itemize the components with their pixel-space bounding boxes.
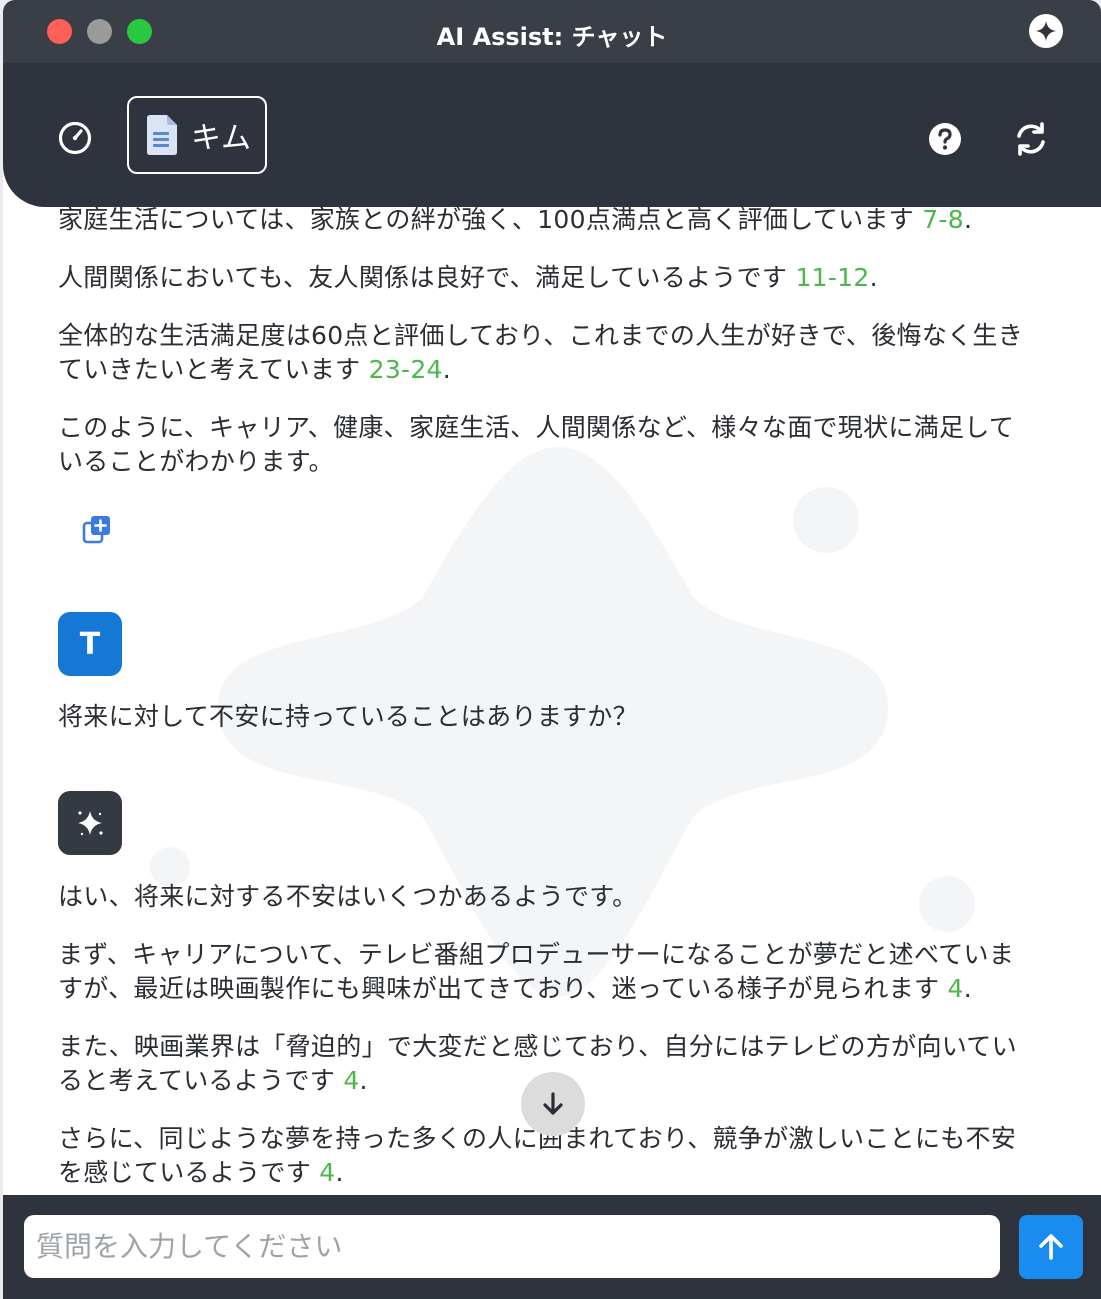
paragraph-end: . [963,974,972,1003]
assistant-paragraph: はい、将来に対する不安はいくつかあるようです。 [58,880,1048,914]
paragraph-text: はい、将来に対する不安はいくつかあるようです。 [58,882,638,911]
arrow-up-icon [1039,1234,1063,1260]
input-bar [3,1195,1101,1299]
window-title: AI Assist: チャット [436,23,668,51]
paragraph-end: . [442,355,452,384]
document-chip-label: キム [191,121,251,156]
help-icon [929,123,961,155]
paragraph-end: . [869,263,878,292]
citation-link[interactable]: 4 [343,1066,359,1095]
send-button[interactable] [1019,1215,1083,1279]
refresh-button[interactable] [1011,119,1051,159]
toolbar: キム [3,63,1101,207]
scroll-to-bottom-button[interactable] [521,1072,585,1136]
help-button[interactable] [925,119,965,159]
paragraph-line: いることがわかります。 [58,447,334,476]
citation-link[interactable]: 23-24 [369,355,443,384]
sparkle-icon [78,811,103,836]
citation-link[interactable]: 7-8 [922,207,964,234]
citation-link[interactable]: 11-12 [795,263,869,292]
citation-link[interactable]: 4 [948,974,964,1003]
question-input[interactable] [24,1215,1000,1278]
title-bar: AI Assist: チャット [3,0,1101,63]
copy-add-icon [82,516,110,544]
paragraph-end: . [359,1066,368,1095]
assistant-paragraph: 家庭生活については、家族との絆が強く、100点満点と高く評価しています 7-8. [58,207,1048,237]
paragraph-line: また、映画業界は「脅迫的」で大変だと感じており、自分にはテレビの方が向いてい [58,1032,1017,1061]
chat-area[interactable]: 家庭生活については、家族との絆が強く、100点満点と高く評価しています 7-8.… [3,207,1101,1195]
app-logo-icon [1029,14,1063,48]
paragraph-end: . [335,1158,344,1187]
document-icon [147,115,177,155]
dashboard-button[interactable] [55,118,95,158]
paragraph-line: すが、最近は映画製作にも興味が出てきており、迷っている様子が見られます [58,974,948,1003]
assistant-avatar [58,791,122,855]
refresh-icon [1017,122,1045,156]
assistant-paragraph: 全体的な生活満足度は60点と評価しており、これまでの人生が好きで、後悔なく生き … [58,319,1048,387]
paragraph-line: まず、キャリアについて、テレビ番組プロデューサーになることが夢だと述べていま [58,940,1015,969]
paragraph-line: 全体的な生活満足度は60点と評価しており、これまでの人生が好きで、後悔なく生き [58,321,1024,350]
app-window: AI Assist: チャット キム 家庭生活については、家族との絆が強く、10… [3,0,1101,1299]
user-avatar: T [58,612,122,676]
paragraph-line: ていきたいと考えています [58,355,369,384]
arrow-down-icon [543,1092,563,1115]
paragraph-line: を感じているようです [58,1158,320,1187]
paragraph-text: 人間関係においても、友人関係は良好で、満足しているようです [58,263,796,292]
paragraph-line: このように、キャリア、健康、家庭生活、人間関係など、様々な面で現状に満足して [58,413,1015,442]
paragraph-end: . [963,207,973,234]
dashboard-icon [58,121,92,155]
assistant-paragraph: 人間関係においても、友人関係は良好で、満足しているようです 11-12. [58,261,1048,295]
document-chip[interactable]: キム [127,96,267,174]
paragraph-line: ると考えているようです [58,1066,344,1095]
paragraph-text: 家庭生活については、家族との絆が強く、100点満点と高く評価しています [58,207,923,234]
copy-to-note-button[interactable] [80,513,114,547]
citation-link[interactable]: 4 [319,1158,335,1187]
assistant-paragraph: このように、キャリア、健康、家庭生活、人間関係など、様々な面で現状に満足して い… [58,411,1048,479]
assistant-paragraph: まず、キャリアについて、テレビ番組プロデューサーになることが夢だと述べていま す… [58,938,1048,1006]
user-message: 将来に対して不安に持っていることはありますか？ [58,702,638,731]
